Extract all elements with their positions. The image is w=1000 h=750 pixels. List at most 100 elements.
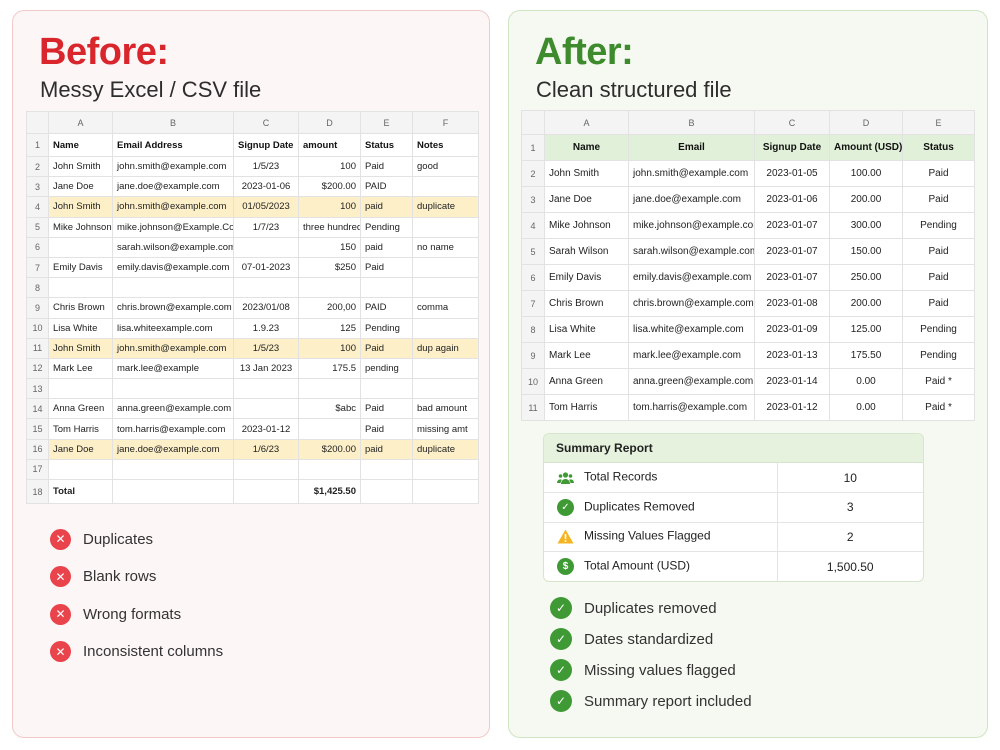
table-cell[interactable]: paid <box>360 236 413 258</box>
table-cell[interactable]: anna.green@example.com <box>628 368 755 395</box>
table-cell[interactable]: lisa.whiteexample.com <box>112 317 234 339</box>
table-cell[interactable] <box>298 378 361 400</box>
table-cell[interactable]: Anna Green <box>48 398 113 420</box>
table-cell[interactable] <box>48 277 113 299</box>
table-cell[interactable]: Lisa White <box>544 316 629 343</box>
table-cell[interactable]: 100 <box>298 155 361 178</box>
table-cell[interactable]: Anna Green <box>544 368 629 395</box>
table-cell[interactable] <box>412 458 479 481</box>
table-cell[interactable]: Paid <box>902 264 975 291</box>
table-cell[interactable]: missing amt <box>412 418 479 440</box>
table-cell[interactable]: $200.00 <box>298 176 361 198</box>
table-cell[interactable]: 0.00 <box>829 368 903 395</box>
table-cell[interactable] <box>112 277 234 299</box>
table-cell[interactable]: jane.doe@example.com <box>112 176 234 198</box>
table-cell[interactable]: Paid <box>360 155 413 178</box>
table-cell[interactable]: 200.00 <box>829 290 903 317</box>
table-cell[interactable] <box>112 479 234 504</box>
table-cell[interactable]: Pending <box>360 317 413 339</box>
table-cell[interactable]: john.smith@example.com <box>112 196 234 218</box>
table-cell[interactable]: 200.00 <box>829 186 903 213</box>
table-cell[interactable]: $200.00 <box>298 438 361 460</box>
table-cell[interactable] <box>112 378 234 400</box>
table-cell[interactable]: emily.davis@example.com <box>112 256 234 279</box>
table-cell[interactable]: john.smith@example.com <box>112 155 234 178</box>
table-cell[interactable] <box>360 277 413 299</box>
table-cell[interactable]: lisa.white@example.com <box>628 316 755 343</box>
table-cell[interactable] <box>360 378 413 400</box>
table-cell[interactable]: Tom Harris <box>544 394 629 421</box>
table-cell[interactable] <box>233 277 299 299</box>
table-cell[interactable]: John Smith <box>544 160 629 187</box>
table-cell[interactable]: Amount (USD) <box>829 134 903 161</box>
table-cell[interactable]: duplicate <box>412 196 479 218</box>
table-cell[interactable]: mark.lee@example <box>112 357 234 380</box>
table-cell[interactable]: $250 <box>298 256 361 279</box>
table-cell[interactable] <box>412 317 479 339</box>
table-cell[interactable]: Name <box>544 134 629 161</box>
table-cell[interactable]: Mark Lee <box>544 342 629 369</box>
table-cell[interactable]: Jane Doe <box>48 176 113 198</box>
table-cell[interactable]: 150 <box>298 236 361 258</box>
table-cell[interactable] <box>233 479 299 504</box>
table-cell[interactable] <box>233 398 299 420</box>
table-cell[interactable]: Paid <box>902 160 975 187</box>
table-cell[interactable] <box>298 277 361 299</box>
table-cell[interactable] <box>412 176 479 198</box>
table-cell[interactable]: paid <box>360 196 413 218</box>
table-cell[interactable] <box>412 277 479 299</box>
table-cell[interactable]: mike.johnson@example.com <box>628 212 755 239</box>
table-cell[interactable]: 175.5 <box>298 357 361 380</box>
table-cell[interactable]: Pending <box>902 212 975 239</box>
table-cell[interactable]: 150.00 <box>829 238 903 265</box>
table-cell[interactable]: John Smith <box>48 155 113 178</box>
table-cell[interactable]: 2023-01-07 <box>754 238 830 265</box>
table-cell[interactable] <box>360 458 413 481</box>
table-cell[interactable]: 2023-01-12 <box>754 394 830 421</box>
table-cell[interactable]: Paid <box>360 398 413 420</box>
table-cell[interactable]: Chris Brown <box>48 297 113 319</box>
table-cell[interactable]: Mike Johnson <box>48 216 113 238</box>
table-cell[interactable]: Email <box>628 134 755 161</box>
table-cell[interactable]: 100 <box>298 196 361 218</box>
table-cell[interactable] <box>112 458 234 481</box>
table-cell[interactable]: 2023-01-14 <box>754 368 830 395</box>
table-cell[interactable]: chris.brown@example.com <box>628 290 755 317</box>
table-cell[interactable]: jane.doe@example.com <box>112 438 234 460</box>
table-cell[interactable]: 13 Jan 2023 <box>233 357 299 380</box>
table-cell[interactable]: bad amount <box>412 398 479 420</box>
table-cell[interactable]: Jane Doe <box>48 438 113 460</box>
table-cell[interactable]: $abc <box>298 398 361 420</box>
table-cell[interactable] <box>48 236 113 258</box>
table-cell[interactable]: 1/7/23 <box>233 216 299 238</box>
table-cell[interactable]: sarah.wilson@example.com <box>628 238 755 265</box>
table-cell[interactable] <box>412 216 479 238</box>
table-cell[interactable]: Lisa White <box>48 317 113 339</box>
table-cell[interactable] <box>48 458 113 481</box>
table-cell[interactable]: 250.00 <box>829 264 903 291</box>
table-cell[interactable]: Notes <box>412 133 479 157</box>
table-cell[interactable] <box>233 378 299 400</box>
table-cell[interactable] <box>412 256 479 279</box>
table-cell[interactable]: 200,00 <box>298 297 361 319</box>
table-cell[interactable]: three hundred <box>298 216 361 238</box>
table-cell[interactable]: 2023-01-05 <box>754 160 830 187</box>
table-cell[interactable]: paid <box>360 438 413 460</box>
table-cell[interactable]: 100.00 <box>829 160 903 187</box>
table-cell[interactable]: Status <box>902 134 975 161</box>
table-cell[interactable]: comma <box>412 297 479 319</box>
table-cell[interactable]: 2023-01-07 <box>754 212 830 239</box>
table-cell[interactable]: mike.johnson@Example.Com <box>112 216 234 238</box>
table-cell[interactable]: Name <box>48 133 113 157</box>
table-cell[interactable]: tom.harris@example.com <box>112 418 234 440</box>
table-cell[interactable]: chris.brown@example.com <box>112 297 234 319</box>
table-cell[interactable]: Signup Date <box>754 134 830 161</box>
table-cell[interactable]: Mike Johnson <box>544 212 629 239</box>
table-cell[interactable]: 2023-01-13 <box>754 342 830 369</box>
table-cell[interactable]: Email Address <box>112 133 234 157</box>
table-cell[interactable]: Paid <box>360 337 413 359</box>
table-cell[interactable] <box>233 458 299 481</box>
table-cell[interactable]: Pending <box>902 342 975 369</box>
table-cell[interactable]: 2023-01-08 <box>754 290 830 317</box>
table-cell[interactable]: john.smith@example.com <box>112 337 234 359</box>
